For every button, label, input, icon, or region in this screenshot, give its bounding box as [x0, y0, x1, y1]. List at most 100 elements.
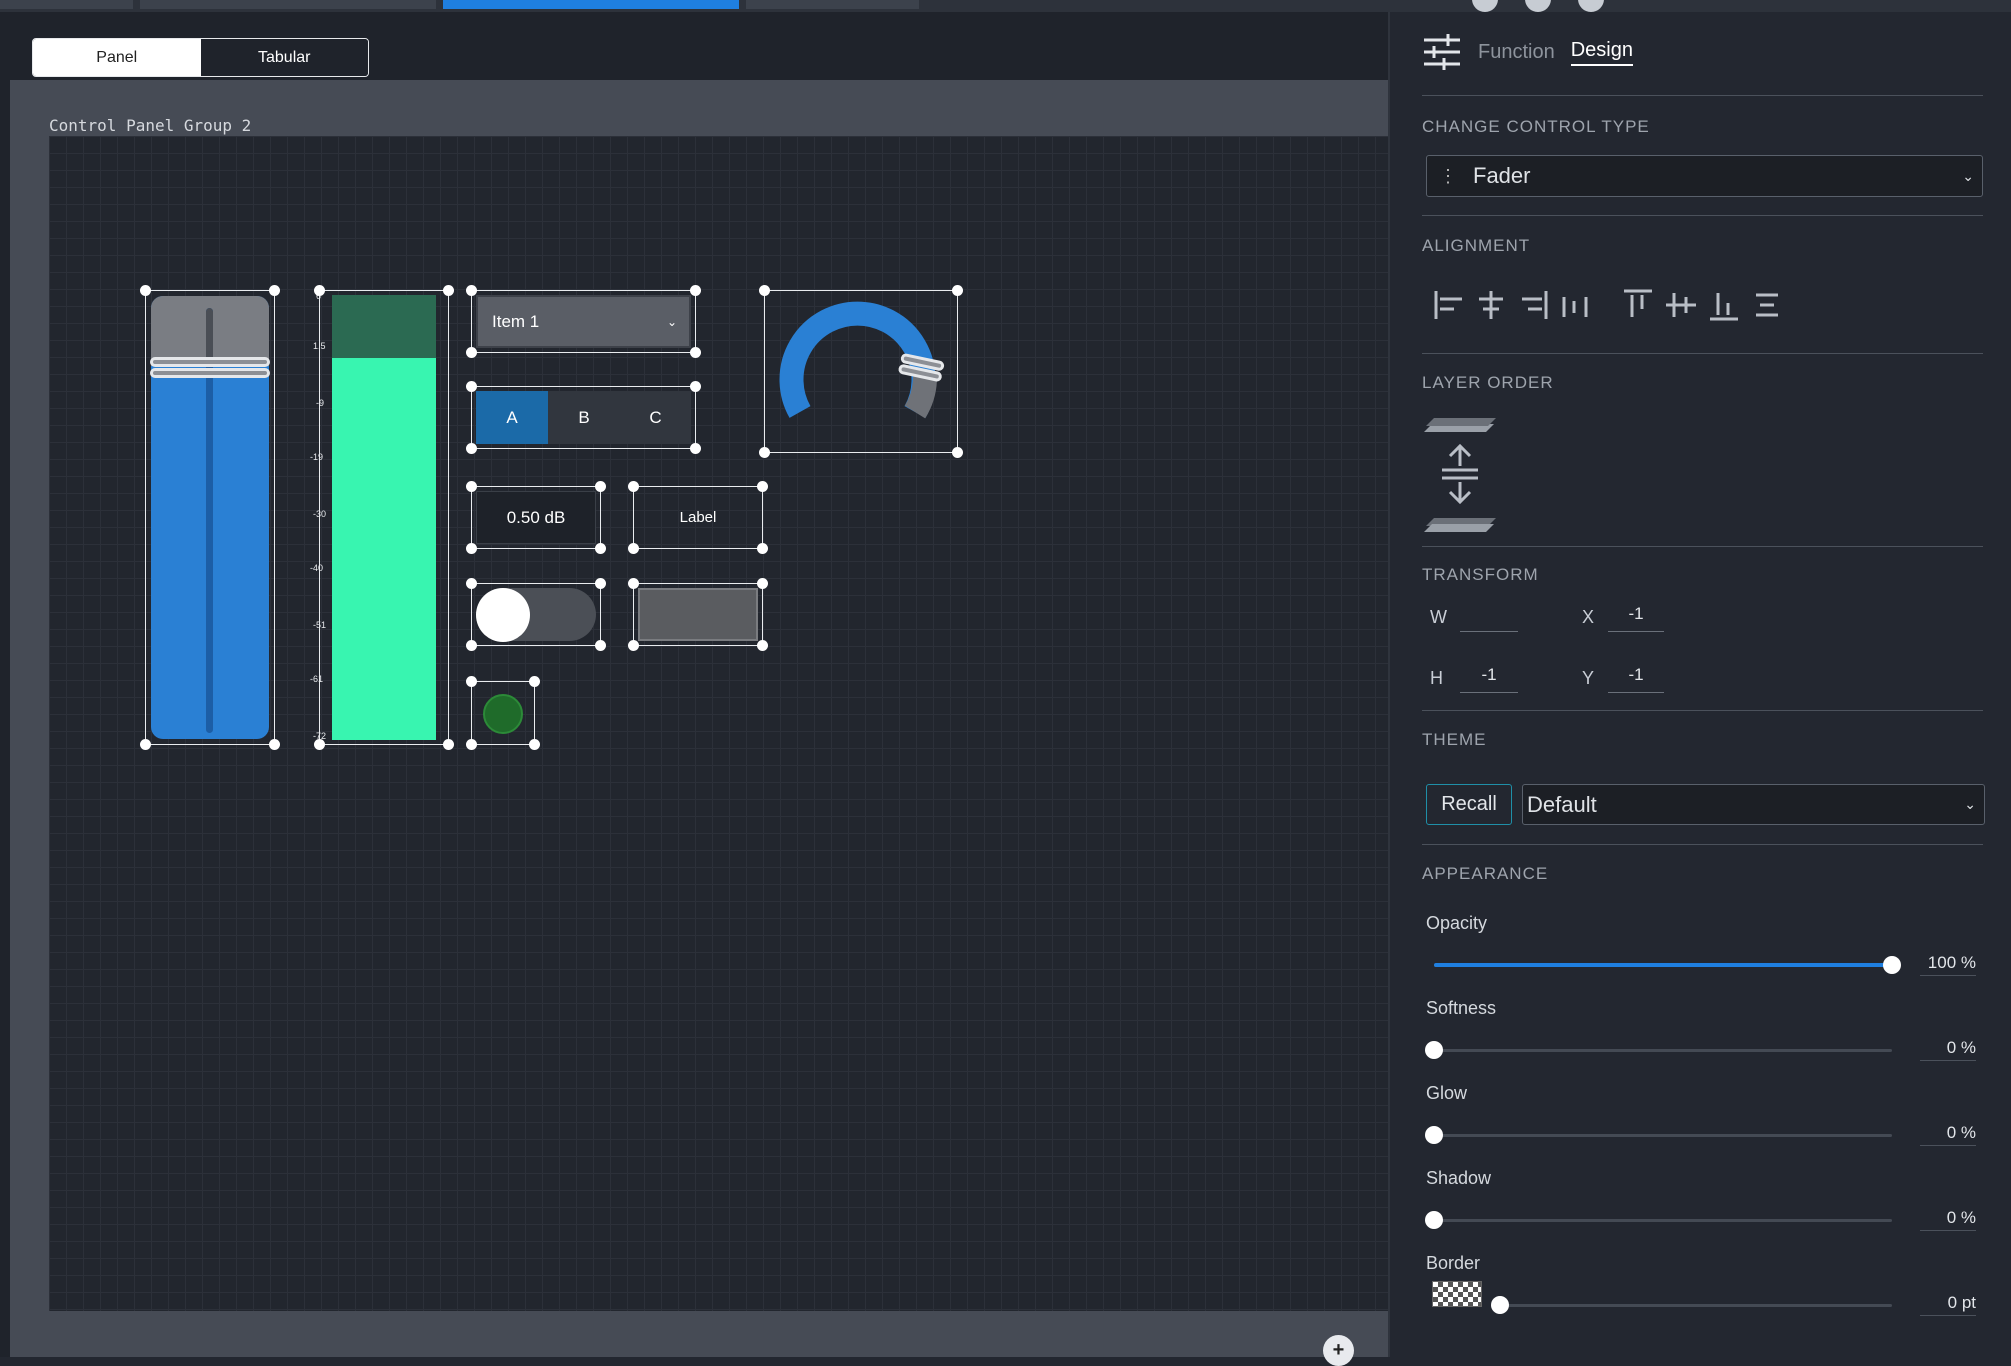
- control-type-select[interactable]: ⋮ Fader ⌄: [1426, 155, 1983, 197]
- value-display-control[interactable]: 0.50 dB: [466, 481, 606, 554]
- top-tab-active[interactable]: [443, 0, 739, 9]
- slider-thumb[interactable]: [1425, 1211, 1443, 1229]
- distribute-h-icon[interactable]: [1562, 297, 1588, 317]
- meter-tick: -19: [310, 452, 324, 462]
- fader-control[interactable]: [140, 285, 280, 750]
- led-indicator: [483, 694, 523, 734]
- meter-level: [332, 358, 436, 740]
- top-tab-strip: [0, 0, 2011, 12]
- slider-label: Border: [1426, 1253, 1481, 1273]
- slider-value[interactable]: 0 %: [1920, 1208, 1976, 1231]
- chevron-down-icon: ⌄: [1964, 796, 1976, 812]
- section-control-type: CHANGE CONTROL TYPE: [1422, 117, 1650, 136]
- toggle-knob[interactable]: [476, 588, 530, 642]
- slider-track[interactable]: [1434, 1049, 1892, 1052]
- button-c[interactable]: C: [620, 391, 691, 444]
- add-button[interactable]: +: [1323, 1335, 1354, 1366]
- top-icon-1[interactable]: [1472, 0, 1498, 12]
- meter-scale: 6 1.5 -9 -19 -30 -40 -51 -61 -72: [310, 291, 332, 746]
- dropdown-box[interactable]: Item 1 ⌄: [476, 295, 691, 348]
- knob-control[interactable]: [759, 285, 963, 458]
- send-backward-icon[interactable]: [1442, 476, 1478, 505]
- value-display: 0.50 dB: [476, 491, 596, 544]
- align-right-icon[interactable]: [1522, 291, 1548, 319]
- section-appearance: APPEARANCE: [1422, 864, 1549, 883]
- chevron-down-icon: ⌄: [1962, 167, 1974, 184]
- top-icon-2[interactable]: [1525, 0, 1551, 12]
- dropdown-control[interactable]: Item 1 ⌄: [466, 285, 701, 358]
- slider-value[interactable]: 100 %: [1920, 953, 1976, 976]
- theme-select[interactable]: Default ⌄: [1522, 784, 1985, 825]
- slider-thumb[interactable]: [1491, 1296, 1509, 1314]
- alignment-toolbar: [1434, 287, 1983, 323]
- top-icon-3[interactable]: [1578, 0, 1604, 12]
- group-title: Control Panel Group 2: [49, 116, 252, 135]
- slider-track[interactable]: [1500, 1304, 1892, 1307]
- slider-track[interactable]: [1434, 1219, 1892, 1222]
- top-tab-2[interactable]: [140, 0, 436, 9]
- send-to-back-icon[interactable]: [1424, 518, 1496, 532]
- slider-label: Shadow: [1426, 1168, 1492, 1188]
- control-type-value: Fader: [1473, 163, 1531, 188]
- align-center-h-icon[interactable]: [1479, 291, 1503, 319]
- bring-to-front-icon[interactable]: [1424, 418, 1496, 432]
- slider-value[interactable]: 0 pt: [1920, 1293, 1976, 1316]
- label-control[interactable]: Label: [628, 481, 768, 554]
- button-b[interactable]: B: [548, 391, 620, 444]
- rectangle-shape: [638, 588, 758, 641]
- top-tab-1[interactable]: [0, 0, 133, 9]
- tab-design[interactable]: Design: [1570, 39, 1633, 66]
- fader-icon: ⋮: [1439, 165, 1457, 186]
- meter-tick: -61: [310, 674, 324, 684]
- button-group-control[interactable]: A B C: [466, 381, 701, 454]
- slider-value[interactable]: 0 %: [1920, 1123, 1976, 1146]
- led-control[interactable]: [466, 676, 540, 750]
- layer-order-buttons: [1424, 408, 1504, 538]
- rectangle-control[interactable]: [628, 578, 768, 651]
- tab-panel[interactable]: Panel: [33, 39, 201, 76]
- align-top-icon[interactable]: [1624, 289, 1652, 317]
- border-pattern-icon[interactable]: [1432, 1281, 1482, 1307]
- slider-thumb[interactable]: [1425, 1041, 1443, 1059]
- slider-thumb[interactable]: [1425, 1126, 1443, 1144]
- slider-label: Softness: [1426, 998, 1497, 1018]
- workspace: Panel Tabular Control Panel Group 2 6 1.…: [0, 12, 1388, 1366]
- panel-header: Function Design: [1422, 22, 1983, 82]
- slider-label: Opacity: [1426, 913, 1488, 933]
- distribute-v-icon[interactable]: [1756, 293, 1778, 317]
- button-a[interactable]: A: [476, 391, 548, 444]
- w-label: W: [1430, 607, 1447, 627]
- h-input[interactable]: -1: [1460, 665, 1518, 693]
- dropdown-value: Item 1: [492, 311, 540, 331]
- align-center-v-icon[interactable]: [1666, 293, 1696, 317]
- tab-tabular[interactable]: Tabular: [200, 39, 368, 76]
- slider-thumb[interactable]: [1883, 956, 1901, 974]
- theme-value: Default: [1527, 791, 1597, 817]
- slider-track[interactable]: [1434, 1134, 1892, 1137]
- fader-thumb[interactable]: [150, 357, 270, 379]
- toggle-control[interactable]: [466, 578, 606, 651]
- meter-tick: -30: [313, 509, 327, 519]
- bring-forward-icon[interactable]: [1442, 443, 1478, 472]
- w-input[interactable]: [1460, 604, 1518, 632]
- align-bottom-icon[interactable]: [1710, 293, 1738, 321]
- recall-button[interactable]: Recall: [1426, 784, 1512, 825]
- meter-tick: -9: [316, 398, 325, 408]
- meter-tick: -51: [313, 620, 327, 630]
- y-input[interactable]: -1: [1608, 665, 1664, 693]
- x-label: X: [1582, 607, 1595, 627]
- top-tab-4[interactable]: [746, 0, 919, 9]
- sliders-icon: [1424, 34, 1460, 70]
- x-input[interactable]: -1: [1608, 604, 1664, 632]
- meter-tick: -40: [310, 563, 324, 573]
- slider-value[interactable]: 0 %: [1920, 1038, 1976, 1061]
- section-layer-order: LAYER ORDER: [1422, 373, 1554, 392]
- canvas-area: Control Panel Group 2 6 1.5 -9 -19 -30 -…: [10, 80, 1388, 1357]
- meter-control[interactable]: 6 1.5 -9 -19 -30 -40 -51 -61 -72: [310, 285, 454, 750]
- tab-function[interactable]: Function: [1478, 41, 1555, 64]
- align-left-icon[interactable]: [1434, 291, 1462, 319]
- properties-panel: Function Design CHANGE CONTROL TYPE ⋮ Fa…: [1388, 12, 2011, 1357]
- label-text: Label: [679, 509, 717, 526]
- view-mode-toggle: Panel Tabular: [32, 38, 369, 77]
- design-grid[interactable]: 6 1.5 -9 -19 -30 -40 -51 -61 -72 Item 1 …: [49, 136, 1388, 1311]
